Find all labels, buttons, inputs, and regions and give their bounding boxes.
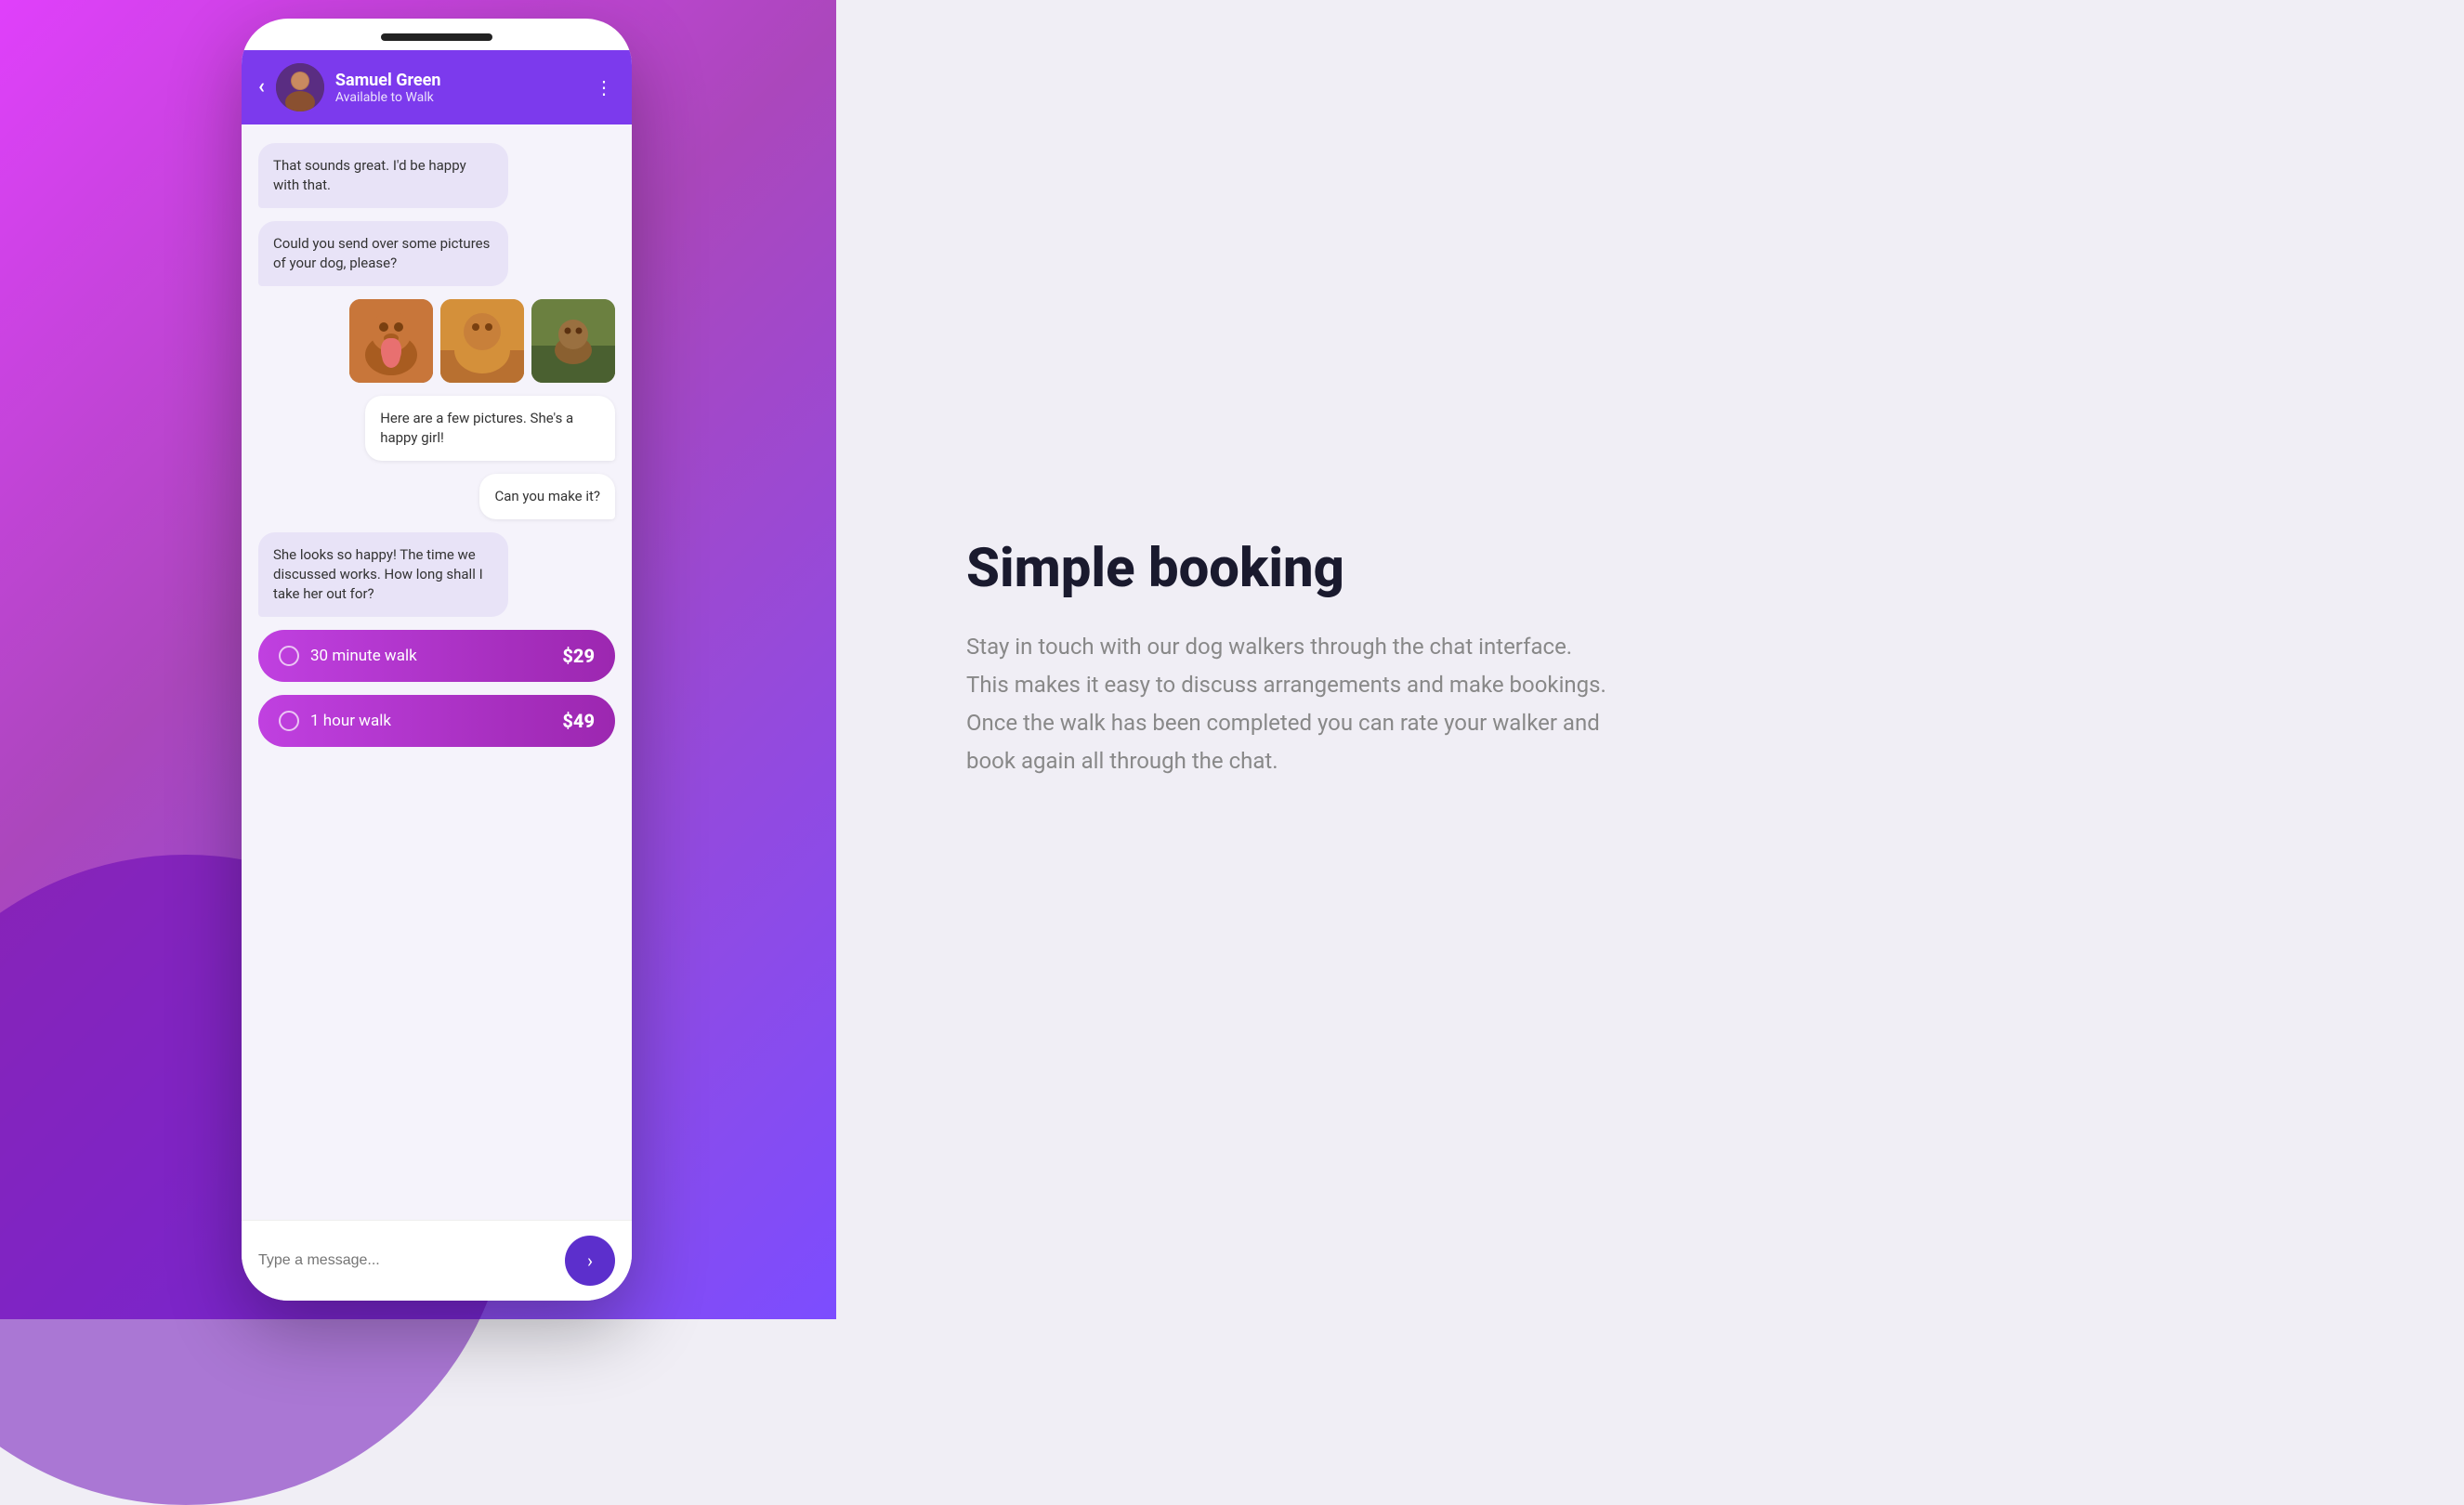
radio-30min[interactable] bbox=[279, 646, 299, 666]
message-6: She looks so happy! The time we discusse… bbox=[258, 532, 508, 617]
message-input[interactable] bbox=[258, 1252, 554, 1269]
phone-mockup: ‹ Samuel Green Available to Walk ⋮ That … bbox=[242, 19, 632, 1301]
right-description: Stay in touch with our dog walkers throu… bbox=[966, 628, 1617, 779]
avatar bbox=[276, 63, 324, 111]
back-button[interactable]: ‹ bbox=[258, 77, 265, 98]
phone-body: ‹ Samuel Green Available to Walk ⋮ That … bbox=[242, 19, 632, 1301]
phone-notch bbox=[381, 33, 492, 41]
message-4: Here are a few pictures. She's a happy g… bbox=[365, 396, 615, 461]
message-5: Can you make it? bbox=[479, 474, 615, 519]
header-info: Samuel Green Available to Walk bbox=[335, 71, 583, 105]
walk-price-30min: $29 bbox=[562, 645, 595, 667]
more-button[interactable]: ⋮ bbox=[595, 76, 615, 98]
dog-photo-2 bbox=[440, 299, 524, 383]
message-2: Could you send over some pictures of you… bbox=[258, 221, 508, 286]
send-button[interactable]: › bbox=[565, 1236, 615, 1286]
chat-input-area: › bbox=[242, 1220, 632, 1301]
walk-label-1hour: 1 hour walk bbox=[310, 712, 391, 730]
walk-label-30min: 30 minute walk bbox=[310, 647, 417, 665]
chat-header: ‹ Samuel Green Available to Walk ⋮ bbox=[242, 50, 632, 124]
chat-body: That sounds great. I'd be happy with tha… bbox=[242, 124, 632, 1220]
message-1: That sounds great. I'd be happy with tha… bbox=[258, 143, 508, 208]
walk-option-left-1hour: 1 hour walk bbox=[279, 711, 391, 731]
header-name: Samuel Green bbox=[335, 71, 583, 90]
right-text-block: Simple booking Stay in touch with our do… bbox=[966, 540, 1617, 780]
right-title: Simple booking bbox=[966, 540, 1617, 599]
dog-photos-row bbox=[349, 299, 615, 383]
walk-option-30min[interactable]: 30 minute walk $29 bbox=[258, 630, 615, 682]
radio-1hour[interactable] bbox=[279, 711, 299, 731]
header-status: Available to Walk bbox=[335, 90, 583, 105]
dog-photo-1 bbox=[349, 299, 433, 383]
right-panel: Simple booking Stay in touch with our do… bbox=[836, 0, 2464, 1319]
walk-option-1hour[interactable]: 1 hour walk $49 bbox=[258, 695, 615, 747]
dog-photo-3 bbox=[531, 299, 615, 383]
walk-price-1hour: $49 bbox=[562, 710, 595, 732]
walk-option-left-30min: 30 minute walk bbox=[279, 646, 417, 666]
